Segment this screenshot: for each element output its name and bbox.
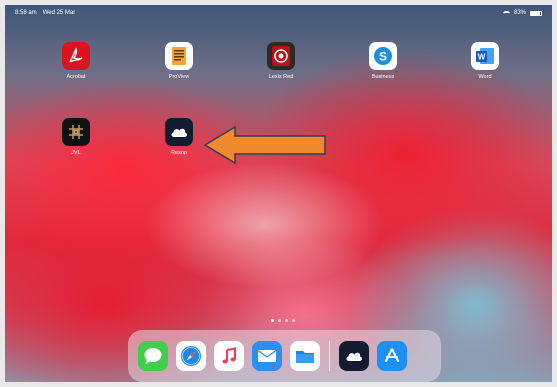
app-skype-business[interactable]: S Business bbox=[358, 42, 408, 80]
messages-icon[interactable] bbox=[138, 341, 168, 371]
resop-cloud-icon bbox=[165, 118, 193, 146]
orange-arrow-annotation bbox=[203, 125, 326, 165]
dock-separator bbox=[329, 341, 330, 371]
safari-icon[interactable] bbox=[176, 341, 206, 371]
app-label: Business bbox=[371, 74, 395, 80]
acrobat-icon bbox=[62, 42, 90, 70]
status-bar: 8:58 am Wed 25 Mar 83% bbox=[5, 5, 552, 21]
page-dot bbox=[292, 319, 295, 322]
mail-icon[interactable] bbox=[252, 341, 282, 371]
svg-text:W: W bbox=[478, 53, 486, 62]
page-dot bbox=[271, 319, 274, 322]
dock bbox=[128, 330, 441, 382]
status-date: Wed 25 Mar bbox=[42, 10, 76, 16]
skype-business-icon: S bbox=[369, 42, 397, 70]
word-icon: W bbox=[471, 42, 499, 70]
page-indicator[interactable] bbox=[271, 319, 295, 322]
jvl-icon bbox=[62, 118, 90, 146]
app-label: Resop bbox=[171, 150, 187, 156]
app-label: Lexis Red bbox=[268, 74, 294, 80]
app-label: JVL bbox=[71, 150, 81, 156]
page-dot bbox=[278, 319, 281, 322]
app-jvl[interactable]: JVL bbox=[51, 118, 101, 156]
app-label: ProView bbox=[168, 74, 190, 80]
ipad-screen: 8:58 am Wed 25 Mar 83% Acrobat ProView L… bbox=[0, 0, 557, 387]
svg-text:S: S bbox=[379, 50, 387, 64]
battery-icon bbox=[530, 10, 542, 16]
proview-icon bbox=[165, 42, 193, 70]
status-left: 8:58 am Wed 25 Mar bbox=[15, 10, 75, 16]
app-acrobat[interactable]: Acrobat bbox=[51, 42, 101, 80]
app-proview[interactable]: ProView bbox=[154, 42, 204, 80]
music-icon[interactable] bbox=[214, 341, 244, 371]
wifi-icon bbox=[502, 10, 510, 16]
lexis-red-icon bbox=[267, 42, 295, 70]
app-word[interactable]: W Word bbox=[460, 42, 510, 80]
app-resop[interactable]: Resop bbox=[154, 118, 204, 156]
battery-percent: 83% bbox=[513, 10, 526, 16]
app-label: Acrobat bbox=[66, 74, 86, 80]
page-dot bbox=[285, 319, 288, 322]
files-icon[interactable] bbox=[290, 341, 320, 371]
status-right: 83% bbox=[502, 10, 542, 16]
app-label: Word bbox=[478, 74, 492, 80]
status-time: 8:58 am bbox=[15, 10, 37, 16]
app-store-icon[interactable] bbox=[377, 341, 407, 371]
app-lexis-red[interactable]: Lexis Red bbox=[256, 42, 306, 80]
resop-cloud-icon[interactable] bbox=[339, 341, 369, 371]
